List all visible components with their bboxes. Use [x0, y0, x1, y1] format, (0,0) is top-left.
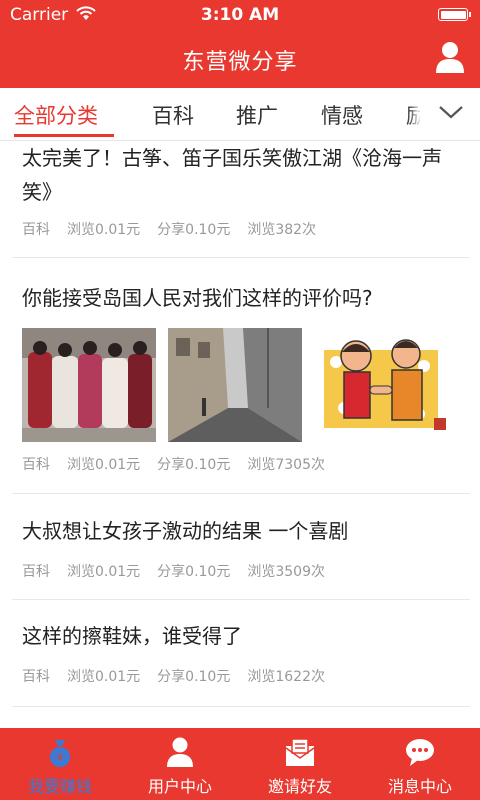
view-count: 浏览1622次 — [247, 669, 325, 685]
nav-user-center[interactable]: 用户中心 — [120, 728, 240, 800]
view-count: 浏览3509次 — [247, 564, 325, 580]
nav-label: 邀请好友 — [267, 777, 332, 796]
tab-encyclopedia[interactable]: 百科 — [152, 100, 194, 130]
share-reward: 分享0.10元 — [157, 222, 231, 238]
clock: 3:10 AM — [200, 5, 280, 25]
nav-label: 消息中心 — [387, 777, 452, 796]
app-header: 东营微分享 — [0, 30, 480, 88]
article-meta: 百科 浏览0.01元 分享0.10元 浏览7305次 — [22, 454, 342, 474]
article-category: 百科 — [22, 457, 50, 473]
article-title: 大叔想让女孩子激动的结果 一个喜剧 — [22, 519, 349, 543]
share-reward: 分享0.10元 — [157, 669, 231, 685]
article-thumbnail-cartoon — [314, 328, 448, 442]
battery-icon — [438, 8, 471, 21]
tab-emotion[interactable]: 情感 — [321, 100, 363, 130]
user-profile-icon[interactable] — [434, 40, 466, 74]
nav-label: 我要赚钱 — [27, 777, 92, 796]
more-categories-button[interactable] — [420, 88, 480, 139]
bottom-nav: ¥ 我要赚钱 用户中心 邀请好友 消息中心 — [0, 728, 480, 800]
article-category: 百科 — [22, 669, 50, 685]
article-title: 你能接受岛国人民对我们这样的评价吗? — [22, 286, 373, 310]
article-list: 太完美了！古筝、笛子国乐笑傲江湖《沧海一声笑》 百科 浏览0.01元 分享0.10元… — [0, 141, 480, 728]
nav-invite-friends[interactable]: 邀请好友 — [240, 728, 360, 800]
tab-all-categories[interactable]: 全部分类 — [14, 100, 98, 130]
share-reward: 分享0.10元 — [157, 457, 231, 473]
article-meta: 百科 浏览0.01元 分享0.10元 浏览1622次 — [22, 666, 342, 686]
nav-earn-money[interactable]: ¥ 我要赚钱 — [0, 728, 120, 800]
article-category: 百科 — [22, 222, 50, 238]
article-item[interactable]: 太完美了！古筝、笛子国乐笑傲江湖《沧海一声笑》 百科 浏览0.01元 分享0.10元… — [12, 141, 470, 258]
chat-bubble-icon — [406, 739, 434, 766]
article-item[interactable]: 你能接受岛国人民对我们这样的评价吗? 百科 浏览0.01元 分享0.10元 浏览… — [12, 258, 470, 494]
article-title: 太完美了！古筝、笛子国乐笑傲江湖《沧海一声笑》 — [22, 146, 442, 204]
app-title: 东营微分享 — [182, 50, 298, 75]
status-bar: Carrier 3:10 AM — [0, 0, 480, 30]
article-thumbnail-kimono — [22, 328, 156, 442]
article-title: 这样的擦鞋妹，谁受得了 — [22, 624, 242, 648]
envelope-icon — [285, 738, 315, 766]
view-reward: 浏览0.01元 — [67, 564, 141, 580]
nav-message-center[interactable]: 消息中心 — [360, 728, 480, 800]
article-thumbnail-street — [168, 328, 302, 442]
chevron-down-icon — [439, 106, 463, 119]
svg-text:¥: ¥ — [57, 751, 64, 764]
category-tabs: 全部分类 百科 推广 情感 励 — [0, 88, 480, 141]
view-reward: 浏览0.01元 — [67, 669, 141, 685]
user-icon — [167, 737, 193, 767]
share-reward: 分享0.10元 — [157, 564, 231, 580]
active-tab-indicator — [14, 134, 114, 137]
tab-promotion[interactable]: 推广 — [236, 100, 278, 130]
view-reward: 浏览0.01元 — [67, 457, 141, 473]
article-meta: 百科 浏览0.01元 分享0.10元 浏览382次 — [22, 219, 333, 239]
article-category: 百科 — [22, 564, 50, 580]
view-reward: 浏览0.01元 — [67, 222, 141, 238]
money-bag-icon: ¥ — [50, 740, 70, 767]
article-item[interactable]: 大叔想让女孩子激动的结果 一个喜剧 百科 浏览0.01元 分享0.10元 浏览3509… — [12, 494, 470, 600]
nav-label: 用户中心 — [147, 777, 212, 796]
view-count: 浏览7305次 — [247, 457, 325, 473]
view-count: 浏览382次 — [247, 222, 317, 238]
article-meta: 百科 浏览0.01元 分享0.10元 浏览3509次 — [22, 561, 342, 581]
article-item[interactable]: 这样的擦鞋妹，谁受得了 百科 浏览0.01元 分享0.10元 浏览1622次 — [12, 600, 470, 707]
